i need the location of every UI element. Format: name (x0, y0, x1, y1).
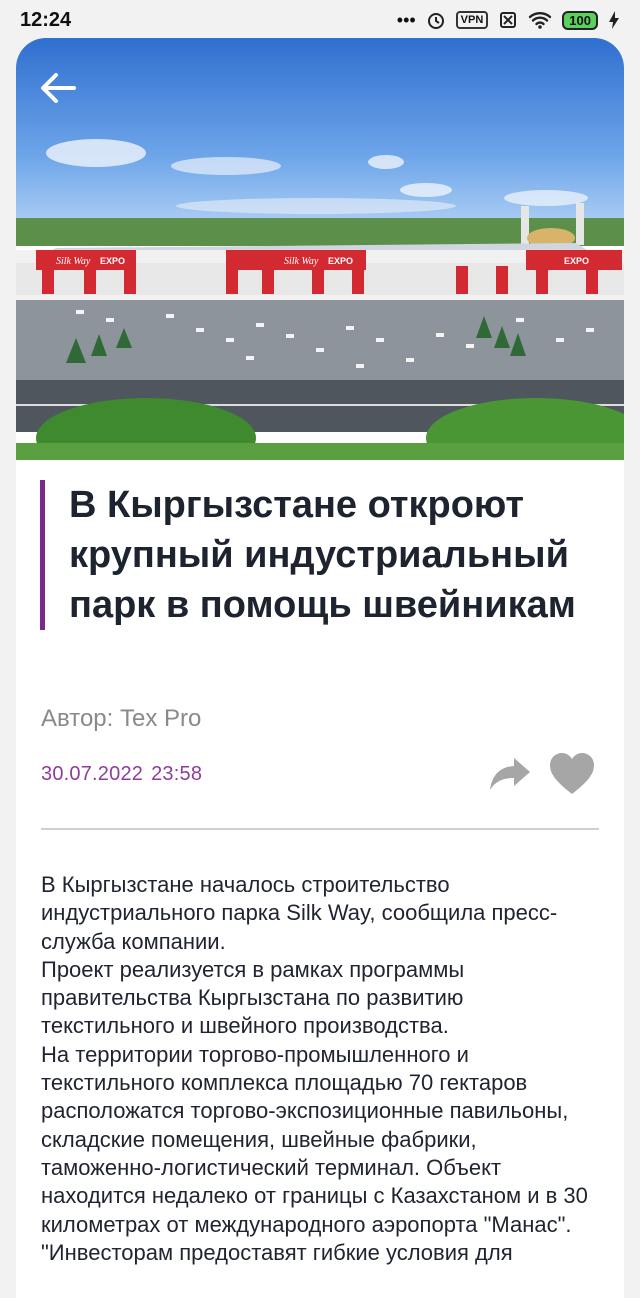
title-block: В Кыргызстане откроют крупный индустриал… (40, 480, 610, 630)
like-button[interactable] (548, 752, 596, 796)
article-body: В Кыргызстане началось строительство инд… (41, 871, 591, 1267)
hero-image: Silk Way EXPO Silk Way EXPO EXPO (16, 38, 624, 460)
hero-sign-center: Silk Way (284, 256, 319, 267)
hero-sign-expo-right: EXPO (564, 256, 589, 266)
vpn-badge: VPN (455, 11, 489, 29)
article-author: Автор: Tex Pro (41, 705, 202, 732)
article-paragraph: Проект реализуется в рамках программы пр… (41, 956, 465, 1039)
status-bar: 12:24 ••• VPN 100 (0, 0, 640, 40)
article-datetime: 30.07.2022 23:58 (41, 763, 210, 786)
alarm-icon (427, 13, 444, 29)
article-paragraph: "Инвесторам предоставят гибкие условия д… (41, 1239, 513, 1265)
more-dots-icon: ••• (396, 9, 416, 30)
back-button[interactable] (36, 66, 80, 110)
hero-illustration: Silk Way EXPO Silk Way EXPO EXPO (16, 38, 624, 460)
article-date: 30.07.2022 (41, 763, 144, 785)
status-time: 12:24 (20, 8, 72, 31)
article-card: Silk Way EXPO Silk Way EXPO EXPO В Кыргы… (16, 38, 624, 1298)
charging-bolt-icon (609, 11, 619, 29)
article-time: 23:58 (151, 763, 203, 785)
share-button[interactable] (488, 754, 532, 794)
article-paragraph: На территории торгово-промышленного и те… (41, 1041, 588, 1237)
arrow-left-icon (41, 73, 76, 103)
hero-sign-left: Silk Way (56, 256, 91, 267)
divider (41, 828, 599, 830)
hero-sign-expo-left: EXPO (100, 256, 125, 266)
heart-icon (550, 753, 594, 794)
article-title: В Кыргызстане откроют крупный индустриал… (69, 484, 576, 626)
article-paragraph: В Кыргызстане началось строительство инд… (41, 872, 558, 954)
share-arrow-icon (490, 758, 530, 790)
no-sim-icon (500, 12, 517, 28)
status-icons: ••• VPN 100 (397, 10, 620, 31)
hero-sign-expo-center: EXPO (328, 256, 353, 266)
wifi-icon (529, 12, 552, 29)
battery-indicator: 100 (562, 10, 598, 30)
